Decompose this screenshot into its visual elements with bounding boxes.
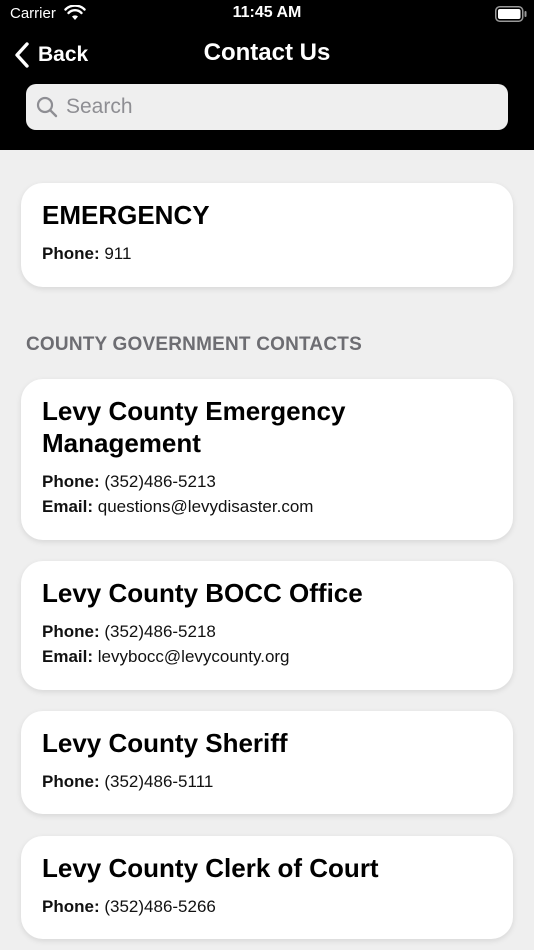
contact-title-line: Management bbox=[42, 428, 201, 458]
contact-card[interactable]: Levy County Sheriff Phone: (352)486-5111 bbox=[21, 711, 513, 814]
email-line: Email: questions@levydisaster.com bbox=[42, 494, 492, 519]
header: Carrier 11:45 AM Back Contact Us bbox=[0, 0, 534, 150]
phone-label: Phone: bbox=[42, 772, 100, 791]
contact-card[interactable]: Levy County Clerk of Court Phone: (352)4… bbox=[21, 836, 513, 939]
phone-number[interactable]: (352)486-5266 bbox=[104, 897, 216, 916]
back-button-label: Back bbox=[38, 43, 89, 66]
phone-line: Phone: (352)486-5266 bbox=[42, 894, 492, 919]
search-bar[interactable] bbox=[26, 84, 508, 130]
email-label: Email: bbox=[42, 497, 94, 516]
phone-line: Phone: (352)486-5111 bbox=[42, 769, 492, 794]
phone-label: Phone: bbox=[42, 897, 100, 916]
phone-line: Phone: (352)486-5213 bbox=[42, 469, 492, 494]
contact-card[interactable]: Levy County BOCC Office Phone: (352)486-… bbox=[21, 561, 513, 690]
contact-card[interactable]: Levy County Emergency Management Phone: … bbox=[21, 379, 513, 540]
search-icon bbox=[36, 96, 58, 118]
email-address[interactable]: questions@levydisaster.com bbox=[98, 497, 314, 516]
chevron-left-icon bbox=[15, 42, 29, 68]
search-input[interactable] bbox=[64, 94, 488, 120]
phone-label: Phone: bbox=[42, 472, 100, 491]
nav-bar: Back Contact Us bbox=[0, 30, 534, 80]
phone-label: Phone: bbox=[42, 244, 100, 263]
email-line: Email: levybocc@levycounty.org bbox=[42, 644, 492, 669]
emergency-card[interactable]: EMERGENCY Phone: 911 bbox=[21, 183, 513, 287]
status-time: 11:45 AM bbox=[232, 4, 302, 21]
contact-title: Levy County Emergency Management bbox=[42, 395, 492, 459]
phone-number[interactable]: (352)486-5111 bbox=[104, 772, 213, 791]
contact-title-line: Levy County Emergency bbox=[42, 396, 346, 426]
phone-line: Phone: (352)486-5218 bbox=[42, 619, 492, 644]
phone-number[interactable]: (352)486-5213 bbox=[104, 472, 216, 491]
battery-icon bbox=[495, 6, 527, 22]
phone-number[interactable]: (352)486-5218 bbox=[104, 622, 216, 641]
status-bar: Carrier 11:45 AM bbox=[0, 0, 534, 30]
phone-label: Phone: bbox=[42, 622, 100, 641]
phone-number[interactable]: 911 bbox=[104, 244, 131, 263]
phone-line: Phone: 911 bbox=[42, 241, 492, 266]
contact-title: EMERGENCY bbox=[42, 200, 210, 230]
email-label: Email: bbox=[42, 647, 94, 666]
contact-title: Levy County BOCC Office bbox=[42, 578, 363, 608]
contact-title: Levy County Sheriff bbox=[42, 728, 288, 758]
email-address[interactable]: levybocc@levycounty.org bbox=[98, 647, 290, 666]
contact-title: Levy County Clerk of Court bbox=[42, 853, 379, 883]
back-button[interactable]: Back bbox=[14, 39, 88, 71]
section-header: COUNTY GOVERNMENT CONTACTS bbox=[26, 334, 362, 355]
